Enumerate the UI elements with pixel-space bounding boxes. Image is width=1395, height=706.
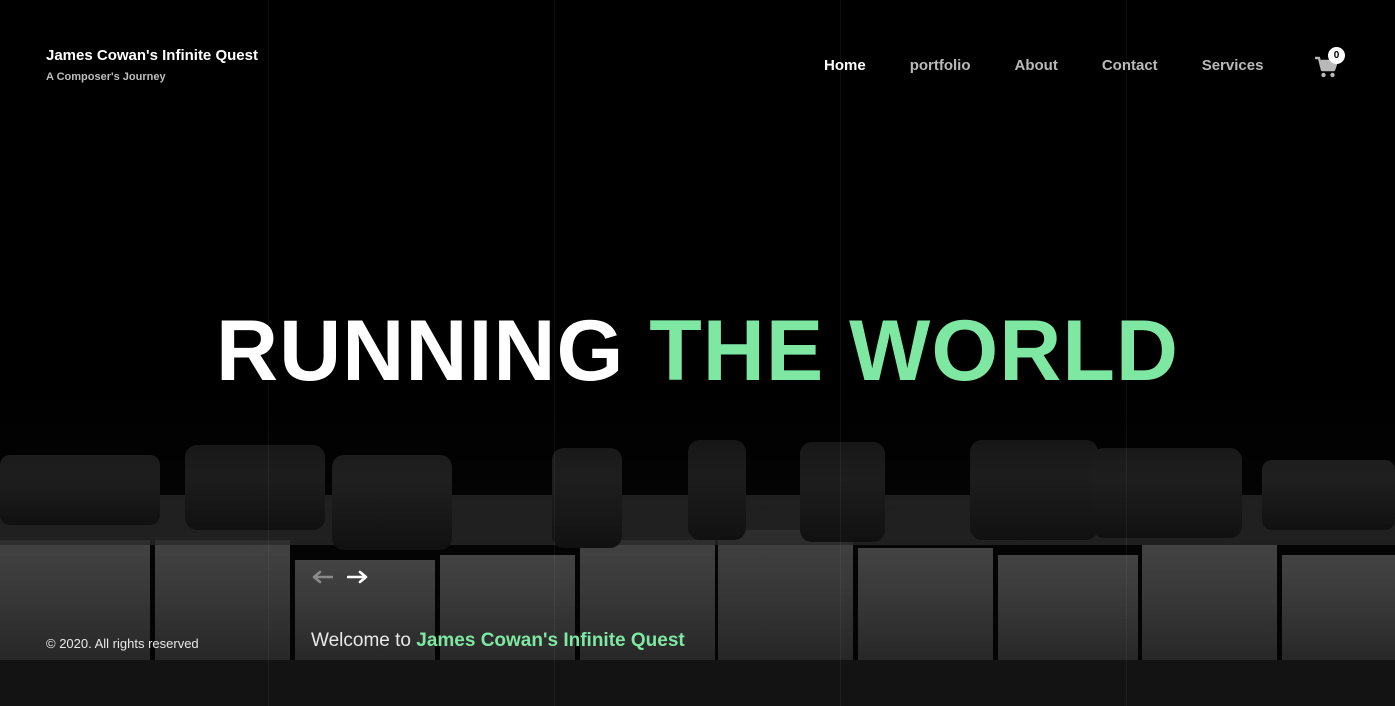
- site-branding[interactable]: James Cowan's Infinite Quest A Composer'…: [46, 47, 258, 84]
- hero-headline-main: RUNNING: [216, 303, 625, 399]
- arrow-right-icon[interactable]: [347, 570, 369, 584]
- arrow-left-icon[interactable]: [311, 570, 333, 584]
- slider-controls: [311, 570, 369, 584]
- nav-item-about[interactable]: About: [1015, 57, 1058, 75]
- nav-item-services[interactable]: Services: [1202, 57, 1264, 75]
- hero-headline-accent: THE WORLD: [649, 303, 1179, 399]
- main-nav: Home portfolio About Contact Services: [824, 57, 1263, 75]
- site-title[interactable]: James Cowan's Infinite Quest: [46, 47, 258, 65]
- page: James Cowan's Infinite Quest A Composer'…: [0, 0, 1395, 706]
- welcome-prefix: Welcome to: [311, 630, 411, 651]
- nav-item-portfolio[interactable]: portfolio: [910, 57, 971, 75]
- welcome-site-name: James Cowan's Infinite Quest: [416, 630, 685, 651]
- welcome-text: Welcome to James Cowan's Infinite Quest: [311, 630, 685, 652]
- nav-item-contact[interactable]: Contact: [1102, 57, 1158, 75]
- site-tagline: A Composer's Journey: [46, 71, 166, 83]
- nav-item-home[interactable]: Home: [824, 57, 866, 75]
- hero-headline: RUNNING THE WORLD: [0, 305, 1395, 397]
- copyright-text: © 2020. All rights reserved: [46, 636, 199, 651]
- cart-count-badge[interactable]: 0: [1328, 47, 1345, 64]
